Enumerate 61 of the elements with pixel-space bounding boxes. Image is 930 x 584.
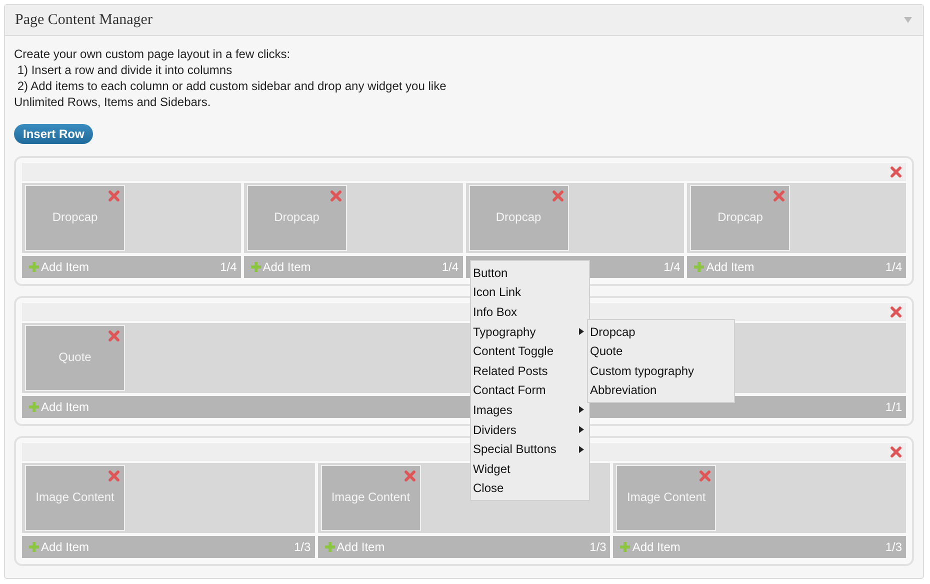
plus-icon — [28, 541, 40, 553]
submenu-item[interactable]: Abbreviation — [588, 380, 734, 400]
menu-item[interactable]: Images — [471, 400, 589, 420]
remove-row-icon[interactable] — [890, 166, 902, 178]
menu-item[interactable]: Typography — [471, 322, 589, 342]
description-line: 1) Insert a row and divide it into columns — [16, 62, 234, 78]
menu-item[interactable]: Widget — [471, 458, 589, 479]
remove-item-icon[interactable] — [699, 470, 712, 482]
column-size: 1/4 — [220, 260, 237, 274]
submenu-arrow-icon — [579, 328, 584, 336]
column-size: 1/3 — [885, 540, 902, 554]
item-label: Image Content — [331, 490, 410, 506]
remove-item-icon[interactable] — [330, 190, 342, 202]
plus-icon — [28, 261, 40, 273]
menu-item[interactable]: Related Posts — [471, 360, 589, 381]
column-size: 1/3 — [590, 540, 606, 554]
menu-item[interactable]: Content Toggle — [471, 341, 589, 361]
collapse-caret-icon[interactable] — [903, 16, 913, 24]
remove-row-icon[interactable] — [890, 306, 902, 318]
item-label: Image Content — [36, 490, 114, 506]
item-label: Dropcap — [718, 210, 763, 226]
item-label: Dropcap — [52, 210, 98, 226]
menu-item[interactable]: Close — [471, 478, 589, 498]
column-size: 1/4 — [885, 260, 902, 274]
item-label: Dropcap — [274, 210, 320, 226]
menu-item[interactable]: Icon Link — [471, 282, 589, 302]
plus-icon — [693, 261, 706, 273]
column-size: 1/4 — [442, 260, 458, 274]
submenu-item[interactable]: Quote — [588, 341, 734, 361]
remove-item-icon[interactable] — [108, 190, 120, 202]
plus-icon — [619, 541, 632, 553]
menu-item[interactable]: Button — [471, 263, 589, 283]
remove-item-icon[interactable] — [552, 190, 564, 202]
item-label: Image Content — [626, 490, 706, 506]
remove-row-icon[interactable] — [890, 446, 902, 458]
panel-title: Page Content Manager — [15, 12, 152, 28]
insert-row-button[interactable]: Insert Row — [14, 124, 94, 144]
column-size: 1/3 — [294, 540, 311, 554]
submenu-item[interactable]: Custom typography — [588, 360, 734, 381]
remove-item-icon[interactable] — [773, 190, 786, 202]
submenu-arrow-icon — [579, 446, 584, 453]
submenu-arrow-icon — [579, 406, 584, 414]
submenu-arrow-icon — [579, 426, 584, 434]
description-line: Unlimited Rows, Items and Sidebars. — [14, 94, 212, 110]
menu-item[interactable]: Dividers — [471, 420, 589, 440]
remove-item-icon[interactable] — [108, 330, 120, 342]
column-size: 1/4 — [664, 260, 680, 274]
item-label: Quote — [58, 350, 92, 366]
column-size: 1/1 — [885, 400, 902, 414]
remove-item-icon[interactable] — [108, 470, 120, 482]
item-label: Dropcap — [496, 210, 542, 226]
submenu-item[interactable]: Dropcap — [588, 322, 734, 342]
description-line: Create your own custom page layout in a few clicks: — [14, 46, 292, 62]
remove-item-icon[interactable] — [404, 470, 416, 482]
description-line: 2) Add items to each column or add custom sidebar and drop any widget you like — [16, 78, 448, 94]
menu-item[interactable]: Contact Form — [471, 380, 589, 400]
plus-icon — [324, 541, 336, 553]
menu-item[interactable]: Info Box — [471, 302, 589, 322]
plus-icon — [28, 401, 40, 413]
menu-item[interactable]: Special Buttons — [471, 439, 589, 459]
plus-icon — [250, 261, 262, 273]
